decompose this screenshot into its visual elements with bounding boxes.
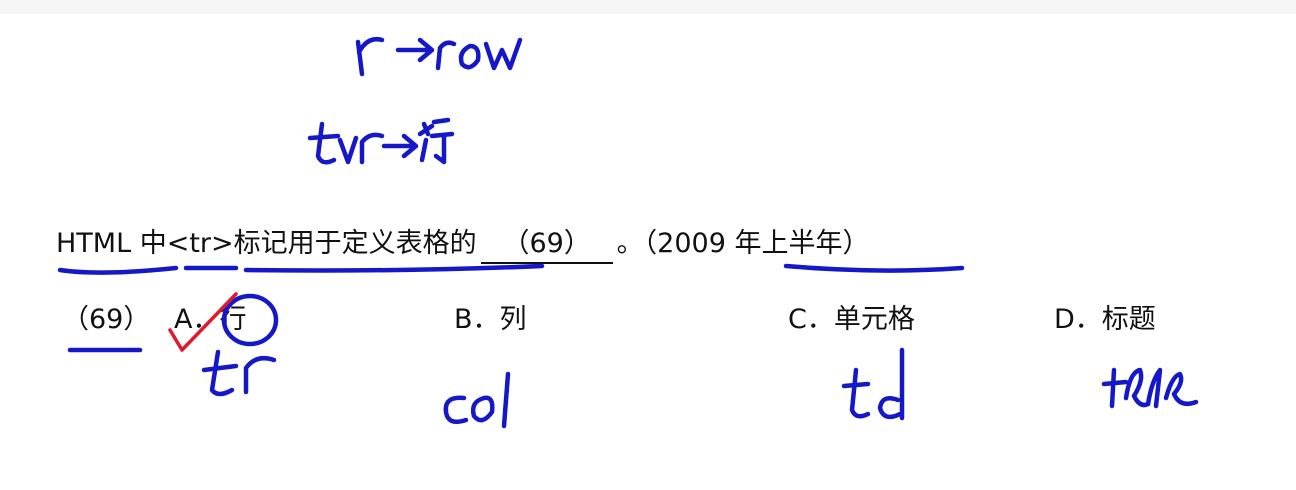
answer-options: （69） A．行 B．列 C．单元格 D．标题 — [0, 297, 1296, 343]
option-a: A．行 — [174, 304, 247, 335]
question-prefix: HTML 中<tr>标记用于定义表格的 — [56, 228, 477, 259]
option-b: B．列 — [454, 304, 527, 335]
question-stem: HTML 中<tr>标记用于定义表格的 （69） 。（2009 年上半年） — [56, 222, 869, 266]
option-number: （69） — [62, 304, 151, 335]
answer-blank: （69） — [480, 226, 613, 264]
window-top-bar — [0, 0, 1296, 14]
option-c: C．单元格 — [788, 304, 915, 335]
option-d: D．标题 — [1054, 304, 1156, 335]
question-suffix: 。（2009 年上半年） — [616, 228, 870, 259]
